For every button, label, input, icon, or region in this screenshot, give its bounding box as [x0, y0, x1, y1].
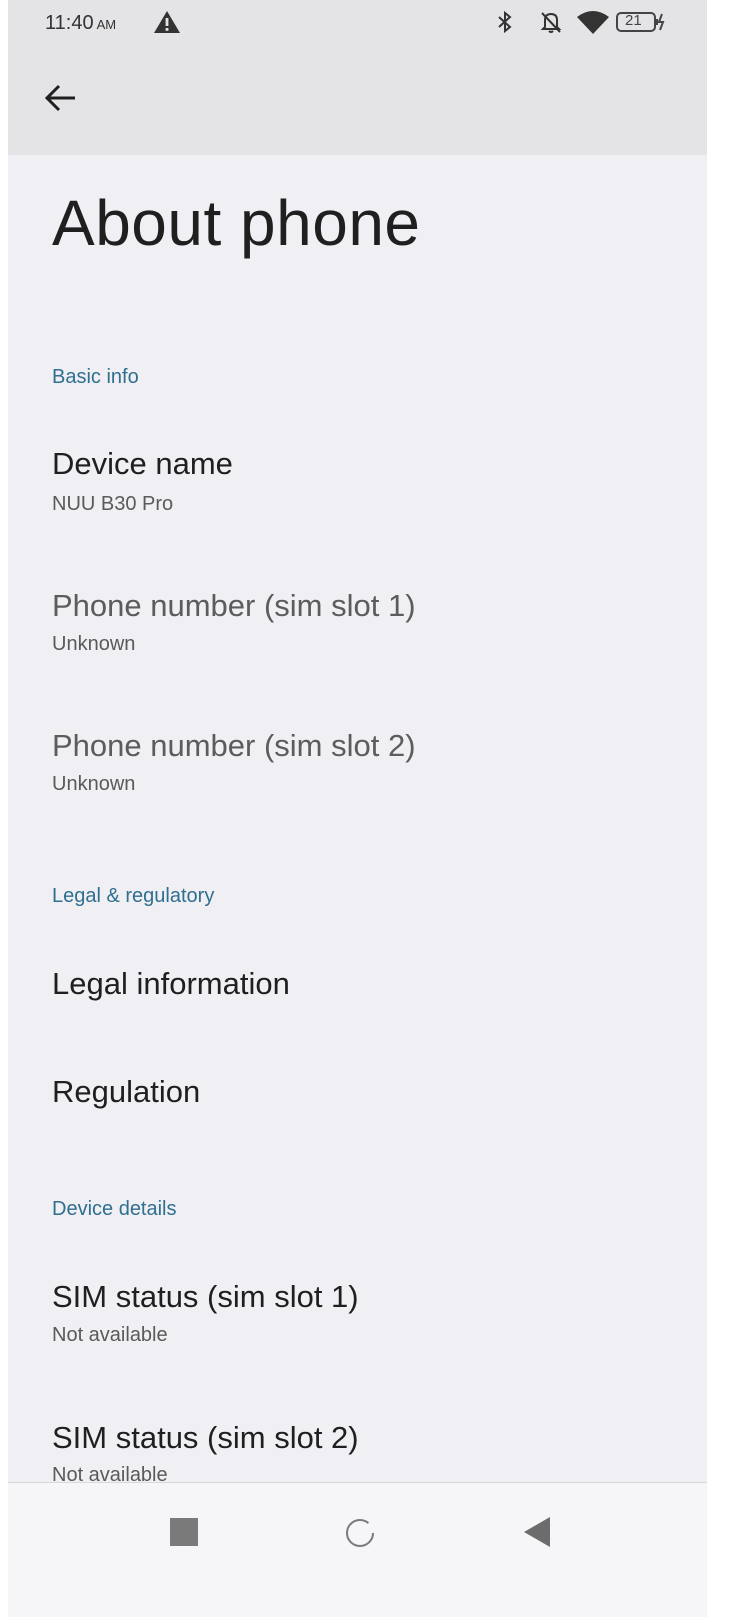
- sim-status-sim1-value: Not available: [52, 1324, 168, 1346]
- status-bar: 11:40 AM 21: [8, 0, 707, 50]
- section-header-basic-info: Basic info: [52, 366, 139, 388]
- battery-level: 21: [625, 12, 642, 29]
- phone-number-sim1-value: Unknown: [52, 633, 136, 655]
- status-time: 11:40 AM: [45, 12, 116, 35]
- status-ampm: AM: [96, 17, 117, 32]
- back-arrow-icon[interactable]: [41, 78, 81, 118]
- screen: 11:40 AM 21 About phone Basic info Devic…: [8, 0, 707, 1617]
- app-header: 11:40 AM 21: [8, 0, 707, 155]
- alert-triangle-icon: [154, 11, 180, 33]
- sim-status-sim1-item[interactable]: SIM status (sim slot 1) Not available: [8, 1255, 707, 1375]
- regulation-title: Regulation: [52, 1074, 201, 1109]
- section-header-device-details: Device details: [52, 1198, 177, 1220]
- notifications-muted-icon: [540, 12, 562, 33]
- section-header-legal: Legal & regulatory: [52, 885, 215, 907]
- bluetooth-icon: [498, 10, 512, 34]
- sim-status-sim1-title: SIM status (sim slot 1): [52, 1279, 359, 1314]
- wifi-icon: [577, 11, 609, 34]
- phone-number-sim1-title: Phone number (sim slot 1): [52, 588, 416, 623]
- device-name-title: Device name: [52, 446, 233, 481]
- device-name-item[interactable]: Device name NUU B30 Pro: [8, 420, 707, 540]
- navigation-bar: [8, 1482, 707, 1617]
- phone-number-sim1-item[interactable]: Phone number (sim slot 1) Unknown: [8, 560, 707, 680]
- recents-square-icon[interactable]: [168, 1516, 200, 1548]
- phone-number-sim2-item[interactable]: Phone number (sim slot 2) Unknown: [8, 700, 707, 820]
- phone-number-sim2-title: Phone number (sim slot 2): [52, 728, 416, 763]
- back-triangle-icon[interactable]: [520, 1514, 556, 1550]
- sim-status-sim2-title: SIM status (sim slot 2): [52, 1420, 359, 1455]
- legal-information-item[interactable]: Legal information: [8, 940, 707, 1040]
- phone-number-sim2-value: Unknown: [52, 773, 136, 795]
- page-title: About phone: [52, 187, 421, 259]
- regulation-item[interactable]: Regulation: [8, 1050, 707, 1140]
- status-time-value: 11:40: [45, 12, 94, 34]
- legal-information-title: Legal information: [52, 966, 290, 1001]
- sim-status-sim2-item[interactable]: SIM status (sim slot 2) Not available: [8, 1396, 707, 1486]
- device-name-value: NUU B30 Pro: [52, 493, 174, 515]
- home-circle-icon[interactable]: [343, 1516, 377, 1550]
